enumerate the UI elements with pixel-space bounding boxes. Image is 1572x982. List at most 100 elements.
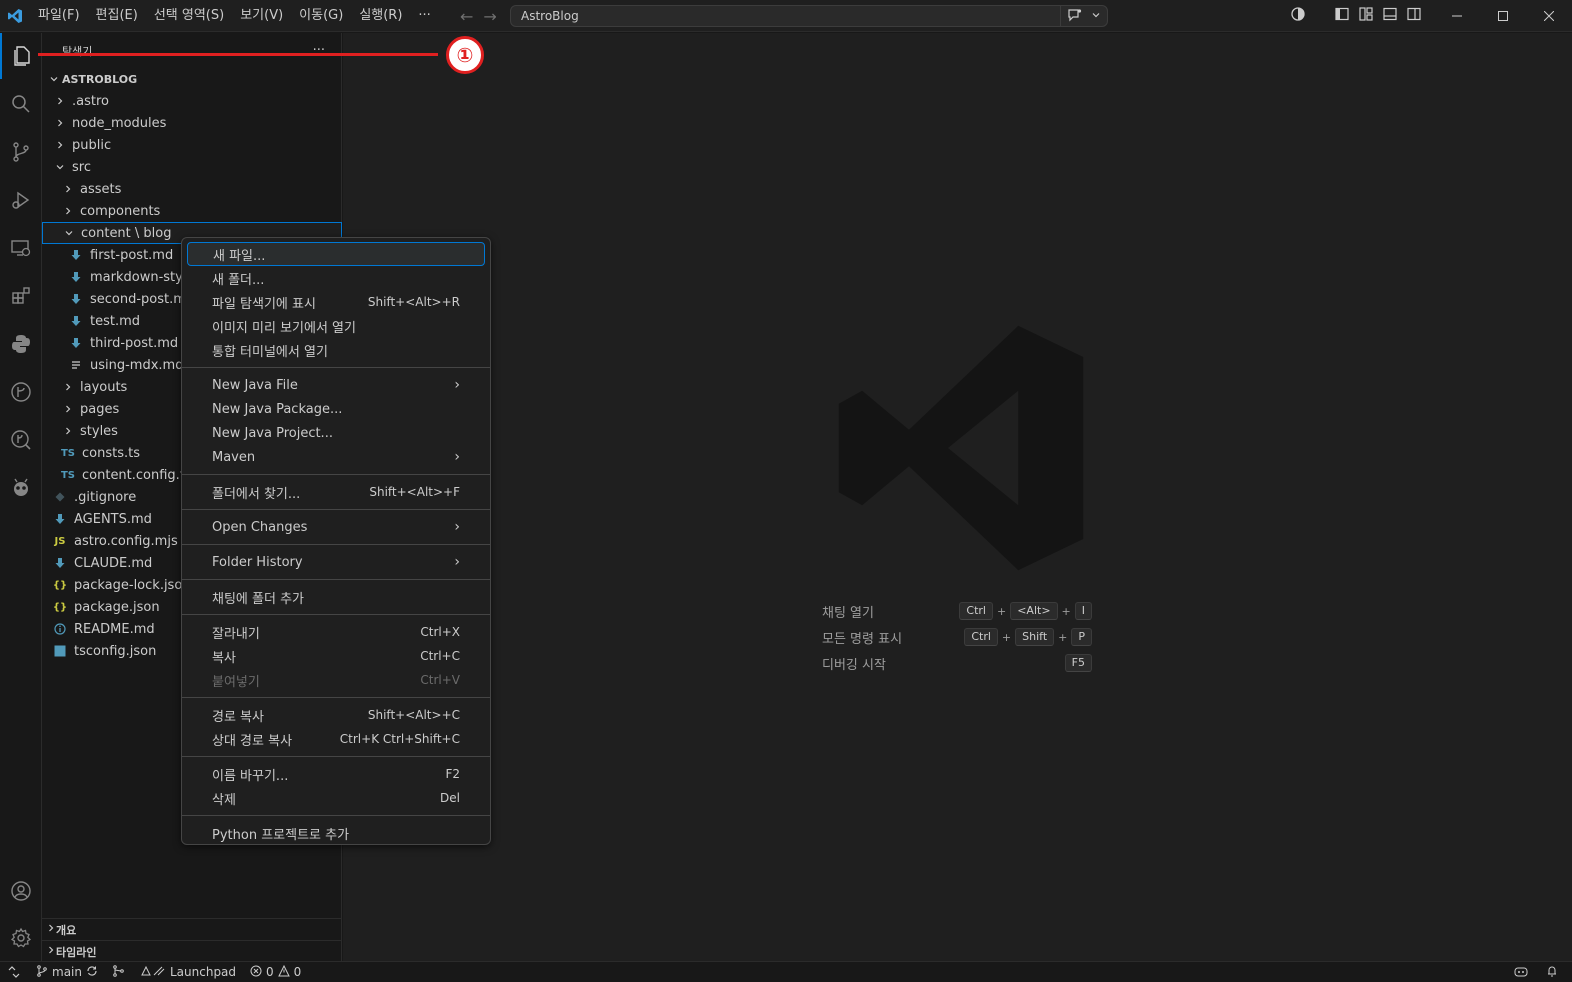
copilot-status-icon[interactable] (1514, 965, 1528, 980)
chevron-down-icon (46, 74, 62, 84)
explorer-root-folder[interactable]: ASTROBLOG (42, 68, 342, 90)
context-menu-item-label: 새 파일... (213, 248, 266, 264)
menu-item[interactable]: 실행(R) (351, 0, 410, 32)
tree-folder-item[interactable]: node_modules (42, 112, 342, 134)
problems-status[interactable]: 0 0 (250, 964, 301, 980)
shortcut-row[interactable]: 디버깅 시작 F5 (822, 653, 1092, 673)
context-menu-item[interactable]: 상대 경로 복사 Ctrl+K Ctrl+Shift+C (187, 727, 485, 751)
accounts-icon[interactable] (0, 868, 42, 914)
tree-folder-item[interactable]: components (42, 200, 342, 222)
gitlens-inspect-icon[interactable] (0, 417, 42, 463)
chevron-right-icon (60, 206, 76, 216)
git-graph-status[interactable] (112, 964, 126, 980)
key-plus: + (1061, 604, 1071, 618)
gitlens-icon[interactable] (0, 369, 42, 415)
menu-item[interactable]: ··· (410, 0, 438, 32)
key-plus: + (1058, 630, 1068, 644)
back-arrow-icon[interactable]: ← (460, 7, 473, 26)
tree-folder-item[interactable]: assets (42, 178, 342, 200)
context-menu-item-label: New Java Project... (212, 425, 333, 441)
keyboard-key: I (1074, 602, 1092, 620)
maximize-icon[interactable] (1480, 0, 1526, 32)
context-menu-item[interactable]: 잘라내기 Ctrl+X (187, 620, 485, 644)
search-icon[interactable] (0, 81, 42, 127)
settings-gear-icon[interactable] (0, 915, 42, 961)
copilot-icon[interactable] (1290, 6, 1306, 26)
source-control-icon[interactable] (0, 129, 42, 175)
menu-item[interactable]: 선택 영역(S) (146, 0, 232, 32)
markdown-file-icon (68, 337, 84, 349)
close-icon[interactable] (1526, 0, 1572, 32)
chevron-right-icon (60, 426, 76, 436)
tree-folder-item[interactable]: .astro (42, 90, 342, 112)
context-menu-item[interactable]: New Java Project... (187, 421, 485, 445)
branch-status[interactable]: main (36, 964, 98, 980)
context-menu-item[interactable]: New Java Package... (187, 397, 485, 421)
tree-item-label: components (80, 203, 161, 219)
toggle-secondary-sidebar-icon[interactable] (1406, 6, 1422, 26)
context-menu-item[interactable]: 이름 바꾸기... F2 (187, 762, 485, 786)
context-menu-item[interactable]: 경로 복사 Shift+<Alt>+C (187, 703, 485, 727)
context-menu-item[interactable]: 폴더에서 찾기... Shift+<Alt>+F (187, 480, 485, 504)
toggle-primary-sidebar-icon[interactable] (1334, 6, 1350, 26)
menu-separator (182, 614, 490, 615)
explorer-icon[interactable] (0, 33, 42, 79)
python-icon[interactable] (0, 321, 42, 367)
context-menu-item[interactable]: 채팅에 폴더 추가 (187, 585, 485, 609)
menu-item[interactable]: 편집(E) (88, 0, 146, 32)
context-menu-item[interactable]: 복사 Ctrl+C (187, 644, 485, 668)
tree-item-label: public (72, 137, 112, 153)
menu-item[interactable]: 이동(G) (291, 0, 351, 32)
context-menu-item[interactable]: 삭제 Del (187, 786, 485, 810)
shortcut-row[interactable]: 채팅 열기 Ctrl + <Alt> + I (822, 601, 1092, 621)
notifications-bell-icon[interactable] (1546, 965, 1558, 980)
context-menu-item[interactable]: 새 폴더... (187, 266, 485, 290)
tree-folder-item[interactable]: public (42, 134, 342, 156)
chevron-down-icon[interactable] (1091, 9, 1101, 23)
shortcut-label: 채팅 열기 (822, 605, 874, 621)
menu-separator (182, 579, 490, 580)
context-menu-item[interactable]: 새 파일... (187, 242, 485, 266)
context-menu-item-label: Maven (212, 449, 256, 465)
menu-separator (182, 367, 490, 368)
sync-icon[interactable] (86, 965, 98, 980)
branch-name: main (52, 965, 82, 979)
tree-item-label: layouts (80, 379, 128, 395)
customize-layout-icon[interactable] (1358, 6, 1374, 26)
launchpad-status[interactable]: Launchpad (140, 965, 236, 980)
context-menu-item[interactable]: Maven › (187, 445, 485, 469)
root-folder-label: ASTROBLOG (62, 72, 138, 86)
context-menu-item[interactable]: 파일 탐색기에 표시 Shift+<Alt>+R (187, 290, 485, 314)
context-menu-item-label: Folder History (212, 554, 303, 570)
chat-toggle[interactable] (1060, 6, 1107, 26)
chat-icon[interactable] (1067, 8, 1083, 25)
toggle-panel-icon[interactable] (1382, 6, 1398, 26)
remote-indicator-icon[interactable] (0, 962, 28, 982)
extensions-icon[interactable] (0, 273, 42, 319)
context-menu-item[interactable]: Python 프로젝트로 추가 (187, 821, 485, 845)
forward-arrow-icon[interactable]: → (483, 7, 496, 26)
menu-item[interactable]: 파일(F) (30, 0, 88, 32)
tree-item-label: first-post.md (90, 247, 174, 263)
shortcut-row[interactable]: 모든 명령 표시 Ctrl + Shift + P (822, 627, 1092, 647)
tree-folder-item[interactable]: src (42, 156, 342, 178)
vscode-logo-icon (0, 0, 30, 32)
context-menu-item[interactable]: 이미지 미리 보기에서 열기 (187, 314, 485, 338)
timeline-panel-header[interactable]: 타임라인 (42, 940, 342, 962)
command-center[interactable]: AstroBlog (510, 5, 1108, 27)
menu-separator (182, 474, 490, 475)
chevron-down-icon (52, 162, 68, 172)
outline-panel-header[interactable]: 개요 (42, 918, 342, 940)
menu-item[interactable]: 보기(V) (232, 0, 291, 32)
context-menu-item[interactable]: 통합 터미널에서 열기 (187, 338, 485, 362)
tree-item-label: third-post.md (90, 335, 179, 351)
alien-extension-icon[interactable] (0, 465, 42, 511)
run-debug-icon[interactable] (0, 177, 42, 223)
tree-item-label: markdown-style (90, 269, 195, 285)
context-menu-item[interactable]: Open Changes › (187, 515, 485, 539)
context-menu-item[interactable]: Folder History › (187, 550, 485, 574)
tree-item-label: package-lock.json (74, 577, 191, 593)
context-menu-item[interactable]: New Java File › (187, 373, 485, 397)
remote-explorer-icon[interactable] (0, 225, 42, 271)
minimize-icon[interactable] (1434, 0, 1480, 32)
